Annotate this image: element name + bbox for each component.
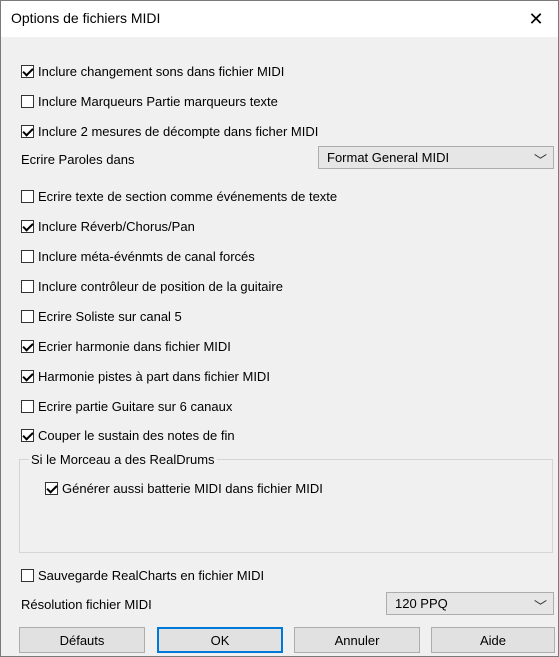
resolution-select[interactable]: 120 PPQ ﹀ [386, 592, 554, 615]
option-label: Ecrier harmonie dans fichier MIDI [38, 338, 231, 354]
checkbox[interactable] [21, 189, 34, 203]
option-save-realcharts[interactable]: Sauvegarde RealCharts en fichier MIDI [21, 566, 264, 584]
checkbox[interactable] [21, 219, 34, 233]
lyrics-format-value: Format General MIDI [327, 150, 450, 165]
option-reverb-chorus-pan[interactable]: Inclure Réverb/Chorus/Pan [21, 217, 195, 235]
option-section-text-events[interactable]: Ecrire texte de section comme événements… [21, 187, 337, 205]
option-cut-sustain-end-notes[interactable]: Couper le sustain des notes de fin [21, 426, 235, 444]
option-include-patch-changes[interactable]: Inclure changement sons dans fichier MID… [21, 62, 284, 80]
option-label: Inclure Réverb/Chorus/Pan [38, 218, 195, 234]
option-label: Couper le sustain des notes de fin [38, 427, 235, 443]
option-label: Générer aussi batterie MIDI dans fichier… [62, 480, 323, 496]
resolution-value: 120 PPQ [395, 596, 448, 611]
option-label: Sauvegarde RealCharts en fichier MIDI [38, 567, 265, 583]
checkbox[interactable] [21, 64, 34, 78]
option-label: Inclure Marqueurs Partie marqueurs texte [38, 93, 278, 109]
option-soloist-channel-5[interactable]: Ecrire Soliste sur canal 5 [21, 307, 182, 325]
chevron-down-icon: ﹀ [533, 599, 547, 614]
checkbox[interactable] [21, 94, 34, 108]
option-guitar-position-controller[interactable]: Inclure contrôleur de position de la gui… [21, 277, 283, 295]
option-include-part-markers[interactable]: Inclure Marqueurs Partie marqueurs texte [21, 92, 278, 110]
option-label: Inclure contrôleur de position de la gui… [38, 278, 283, 294]
checkbox[interactable] [21, 249, 34, 263]
lyrics-format-select[interactable]: Format General MIDI ﹀ [318, 146, 554, 169]
realdrums-group-title: Si le Morceau a des RealDrums [29, 452, 217, 467]
checkbox[interactable] [21, 124, 34, 138]
dialog-title: Options de fichiers MIDI [11, 10, 161, 26]
cancel-button[interactable]: Annuler [294, 627, 420, 653]
lyrics-format-label: Ecrire Paroles dans [21, 152, 135, 167]
option-label: Harmonie pistes à part dans fichier MIDI [38, 368, 270, 384]
option-harmony-separate-tracks[interactable]: Harmonie pistes à part dans fichier MIDI [21, 367, 270, 385]
option-label: Inclure changement sons dans fichier MID… [38, 63, 285, 79]
option-generate-midi-drums[interactable]: Générer aussi batterie MIDI dans fichier… [45, 479, 323, 497]
midi-options-dialog: Options de fichiers MIDI ✕ Inclure chang… [0, 0, 559, 657]
realdrums-groupbox [19, 459, 553, 553]
option-label: Ecrire texte de section comme événements… [38, 188, 338, 204]
checkbox[interactable] [21, 339, 34, 353]
option-label: Ecrire partie Guitare sur 6 canaux [38, 398, 233, 414]
close-icon[interactable]: ✕ [514, 1, 558, 37]
option-label: Ecrire Soliste sur canal 5 [38, 308, 182, 324]
resolution-label: Résolution fichier MIDI [21, 597, 152, 612]
help-button[interactable]: Aide [431, 627, 555, 653]
checkbox[interactable] [45, 481, 58, 495]
chevron-down-icon: ﹀ [533, 153, 547, 168]
title-bar: Options de fichiers MIDI ✕ [1, 1, 558, 37]
checkbox[interactable] [21, 428, 34, 442]
checkbox[interactable] [21, 279, 34, 293]
ok-button[interactable]: OK [157, 627, 283, 653]
checkbox[interactable] [21, 369, 34, 383]
option-label: Inclure méta-événmts de canal forcés [38, 248, 255, 264]
defaults-button[interactable]: Défauts [19, 627, 145, 653]
option-guitar-6-channels[interactable]: Ecrire partie Guitare sur 6 canaux [21, 397, 232, 415]
option-forced-channel-meta[interactable]: Inclure méta-événmts de canal forcés [21, 247, 255, 265]
option-include-count-in[interactable]: Inclure 2 mesures de décompte dans fiche… [21, 122, 318, 140]
checkbox[interactable] [21, 568, 34, 582]
option-label: Inclure 2 mesures de décompte dans fiche… [38, 123, 319, 139]
checkbox[interactable] [21, 309, 34, 323]
checkbox[interactable] [21, 399, 34, 413]
option-write-harmony[interactable]: Ecrier harmonie dans fichier MIDI [21, 337, 231, 355]
